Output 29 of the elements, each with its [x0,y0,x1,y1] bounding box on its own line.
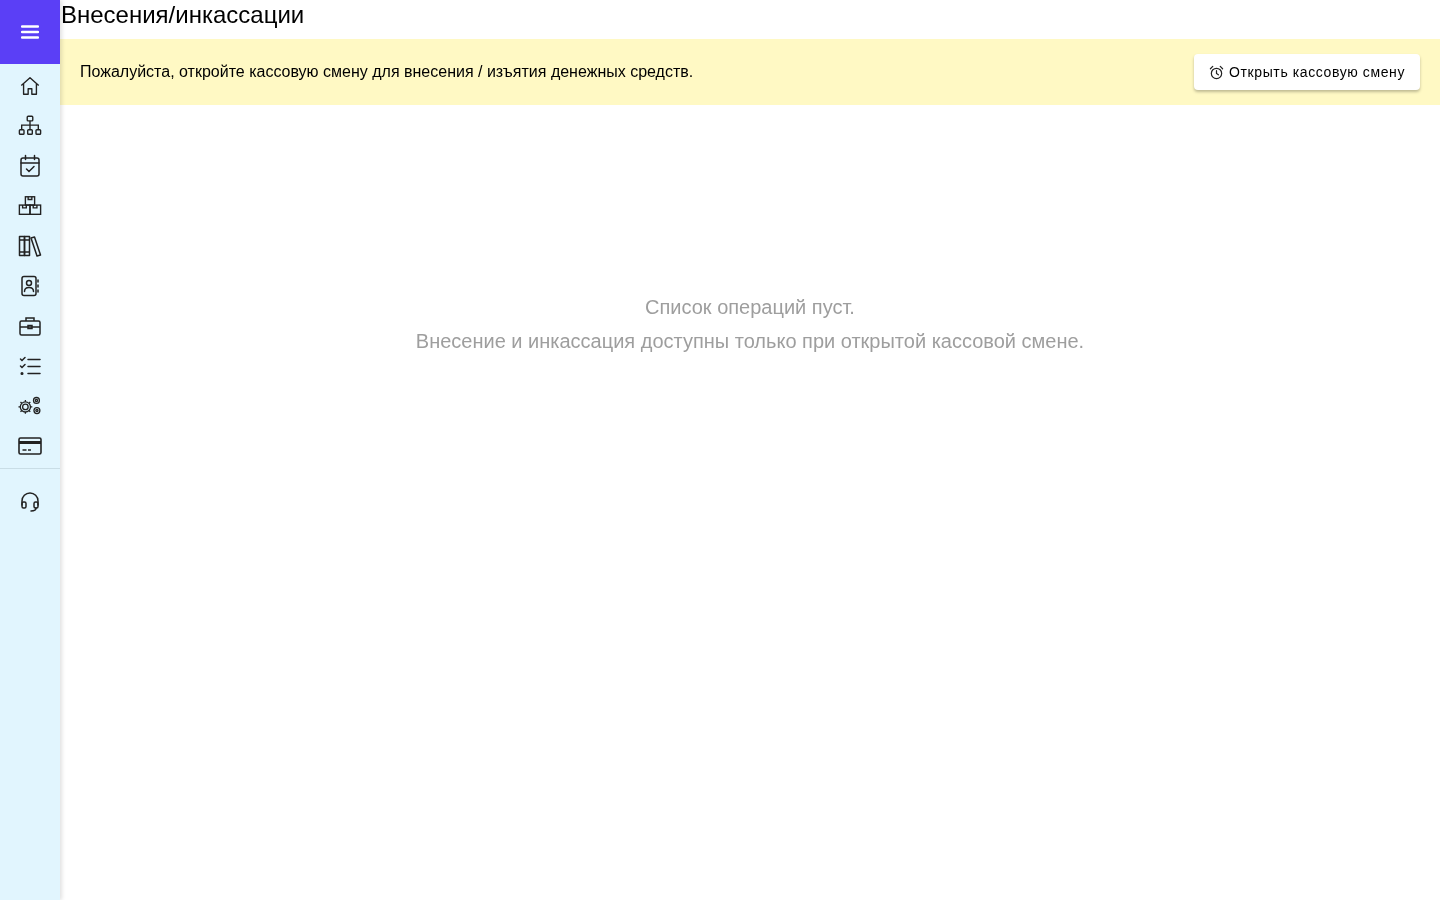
empty-state-text: Внесение и инкассация доступны только при открытой кассовой смене. [415,329,1085,353]
home-icon [19,75,41,97]
nav-button[interactable] [18,114,42,138]
nav-button[interactable] [18,74,42,98]
nav-button[interactable] [18,274,42,298]
nav-button[interactable] [18,434,42,458]
support-button[interactable] [18,490,42,514]
credit-card-icon [18,437,42,455]
open-shift-button[interactable]: Открыть кассовую смену [1194,54,1420,90]
hierarchy-icon [18,114,42,138]
nav-button[interactable] [18,314,42,338]
nav-button[interactable] [18,234,42,258]
notice-text: Пожалуйста, откройте кассовую смену для внесения / изъятия денежных средств. [80,62,694,82]
headset-icon [19,491,41,513]
nav-button[interactable] [18,354,42,378]
books-icon [18,235,42,257]
alarm-clock-icon [1209,64,1225,80]
boxes-icon [18,195,42,217]
briefcase-icon [18,316,42,336]
calendar-check-icon [19,154,41,178]
gears-icon [18,395,42,417]
menu-icon [21,25,39,39]
empty-state-text: Список операций пуст. [645,295,855,319]
menu-button[interactable] [0,0,60,64]
nav-button[interactable] [18,154,42,178]
nav-button[interactable] [18,194,42,218]
contact-book-icon [20,275,40,297]
page-title: Внесения/инкассации [60,0,305,30]
checklist-icon [19,356,41,376]
